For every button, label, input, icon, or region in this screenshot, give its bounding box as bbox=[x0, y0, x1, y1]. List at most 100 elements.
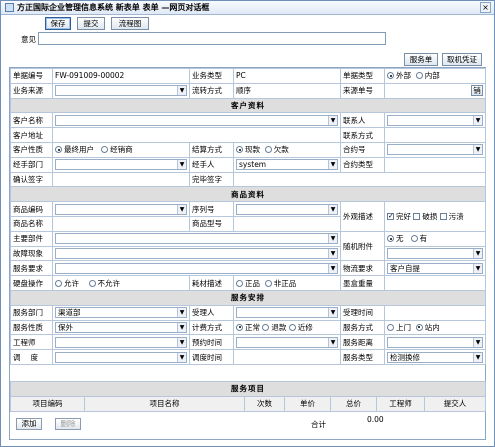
service-order-button[interactable]: 服务单 bbox=[404, 53, 438, 66]
dirty-checkbox[interactable] bbox=[439, 212, 447, 220]
appoint-cell: ▼ bbox=[233, 334, 341, 351]
receiver-select[interactable]: ▼ bbox=[236, 307, 338, 319]
contact-select[interactable]: ▼ bbox=[387, 114, 483, 126]
svc-type-cell: 检测换修 ▼ bbox=[384, 349, 486, 365]
product-name-value[interactable] bbox=[52, 215, 190, 232]
section-customer: 客户资料 bbox=[10, 97, 486, 114]
service-req-label: 服务要求 bbox=[10, 260, 53, 277]
nongenuine-label: 非正品 bbox=[273, 278, 297, 288]
save-button[interactable]: 保存 bbox=[45, 17, 71, 30]
attach-has-radio[interactable] bbox=[410, 235, 418, 243]
fault-select[interactable]: ▼ bbox=[55, 247, 338, 259]
attach-label: 随机附件 bbox=[340, 230, 385, 262]
chevron-down-icon: ▼ bbox=[473, 115, 482, 125]
contract-label: 合约号 bbox=[340, 141, 385, 158]
engineer-select[interactable]: ▼ bbox=[55, 336, 187, 348]
svc-nature-value: 保外 bbox=[58, 322, 73, 332]
recv-time-value[interactable] bbox=[384, 304, 486, 321]
ink-value[interactable] bbox=[384, 275, 486, 291]
broken-checkbox[interactable] bbox=[413, 212, 421, 220]
credit-radio[interactable] bbox=[264, 146, 272, 154]
cust-addr-label: 客户地址 bbox=[10, 127, 53, 143]
contact-label: 联系人 bbox=[340, 112, 385, 129]
contract-select[interactable]: ▼ bbox=[387, 144, 483, 156]
chevron-down-icon: ▼ bbox=[177, 337, 186, 347]
cust-addr-value[interactable] bbox=[52, 127, 341, 143]
source-label: 业务来源 bbox=[10, 82, 53, 99]
serial-select[interactable]: ▼ bbox=[236, 203, 338, 215]
normal-radio[interactable] bbox=[236, 323, 243, 331]
svc-dept-select[interactable]: 渠道部 ▼ bbox=[55, 307, 187, 319]
dispatch-cell: ▼ bbox=[52, 349, 190, 365]
done-sign-value[interactable] bbox=[233, 171, 486, 188]
dirty-label: 污渍 bbox=[448, 211, 464, 221]
svc-nature-select[interactable]: 保外 ▼ bbox=[55, 321, 187, 333]
normal-label: 正常 bbox=[245, 322, 260, 332]
genuine-radio[interactable] bbox=[236, 279, 243, 287]
refund-radio[interactable] bbox=[262, 323, 270, 331]
submit-button[interactable]: 提交 bbox=[77, 17, 105, 30]
contract-type-value[interactable] bbox=[384, 156, 486, 173]
svc-type-select[interactable]: 检测换修 ▼ bbox=[387, 351, 483, 363]
final-user-radio[interactable] bbox=[55, 146, 62, 154]
contact-way-value[interactable] bbox=[384, 127, 486, 143]
handler-select[interactable]: system ▼ bbox=[236, 159, 338, 171]
total-label: 合计 bbox=[311, 420, 326, 429]
cust-nature-radios: 最终用户 经销商 bbox=[52, 141, 190, 158]
external-radio[interactable] bbox=[387, 72, 394, 80]
flowchart-button[interactable]: 流程图 bbox=[111, 17, 149, 30]
cash-radio[interactable] bbox=[236, 146, 243, 154]
model-value[interactable] bbox=[233, 215, 341, 232]
service-req-select[interactable]: ▼ bbox=[55, 262, 338, 274]
settle-radios: 现款 欠款 bbox=[233, 141, 341, 158]
logistics-select[interactable]: 客户自提 ▼ bbox=[387, 262, 483, 274]
parts-label: 主要部件 bbox=[10, 230, 53, 247]
allow-label: 允许 bbox=[64, 278, 79, 288]
items-header-row: 项目编码 项目名称 次数 单价 总价 工程师 提交人 bbox=[10, 395, 487, 412]
close-icon[interactable]: × bbox=[480, 2, 491, 13]
opinion-input[interactable] bbox=[38, 32, 386, 45]
parts-select[interactable]: ▼ bbox=[55, 233, 338, 245]
window-title: 方正国际企业管理信息系统 新表单 表单 —网页对话框 bbox=[17, 3, 210, 12]
dealer-radio[interactable] bbox=[101, 146, 109, 154]
appoint-select[interactable]: ▼ bbox=[236, 336, 338, 348]
onsite-radio[interactable] bbox=[387, 323, 394, 331]
src-lookup-button[interactable]: 销 bbox=[471, 84, 483, 96]
form-area: 单据编号 FW-091009-00002 业务类型 PC 单据类型 外部 内部 … bbox=[9, 67, 487, 440]
dispatch-time-value[interactable] bbox=[233, 349, 341, 365]
nongenuine-radio[interactable] bbox=[264, 279, 272, 287]
dept-select[interactable]: ▼ bbox=[55, 159, 187, 171]
disallow-radio[interactable] bbox=[88, 279, 96, 287]
chevron-down-icon: ▼ bbox=[328, 337, 337, 347]
retrieve-voucher-button[interactable]: 取机凭证 bbox=[442, 53, 482, 66]
serial-label: 序列号 bbox=[189, 201, 234, 217]
main-form-table: 单据编号 FW-091009-00002 业务类型 PC 单据类型 外部 内部 … bbox=[10, 68, 486, 365]
chevron-down-icon: ▼ bbox=[328, 308, 337, 318]
intact-checkbox[interactable]: ✓ bbox=[387, 212, 394, 220]
product-code-label: 商品编码 bbox=[10, 201, 53, 217]
contact-way-label: 联系方式 bbox=[340, 127, 385, 143]
distance-select[interactable]: ▼ bbox=[387, 336, 483, 348]
confirm-sign-value[interactable] bbox=[52, 171, 190, 188]
attach-select[interactable]: ▼ bbox=[387, 247, 483, 259]
fault-cell: ▼ bbox=[52, 245, 341, 262]
attach-none-radio[interactable] bbox=[387, 235, 394, 243]
fee-label: 计费方式 bbox=[189, 319, 234, 336]
dispatch-label: 调度 bbox=[10, 349, 53, 365]
nearby-radio[interactable] bbox=[288, 323, 296, 331]
dispatch-select[interactable]: ▼ bbox=[55, 351, 187, 363]
add-button[interactable]: 添加 bbox=[16, 418, 42, 430]
source-select[interactable]: ▼ bbox=[55, 85, 187, 97]
allow-radio[interactable] bbox=[55, 279, 62, 287]
cust-name-select[interactable]: ▼ bbox=[55, 114, 338, 126]
hdd-label: 硬盘操作 bbox=[10, 275, 53, 291]
delete-button[interactable]: 删除 bbox=[55, 418, 81, 430]
svc-mode-label: 服务方式 bbox=[340, 319, 385, 336]
section-service: 服务安排 bbox=[10, 289, 486, 306]
svc-type-label: 服务类型 bbox=[340, 349, 385, 365]
contract-cell: ▼ bbox=[384, 141, 486, 158]
station-radio[interactable] bbox=[415, 323, 423, 331]
product-code-select[interactable]: ▼ bbox=[55, 203, 187, 215]
done-sign-label: 完毕签字 bbox=[189, 171, 234, 188]
internal-radio[interactable] bbox=[415, 72, 423, 80]
